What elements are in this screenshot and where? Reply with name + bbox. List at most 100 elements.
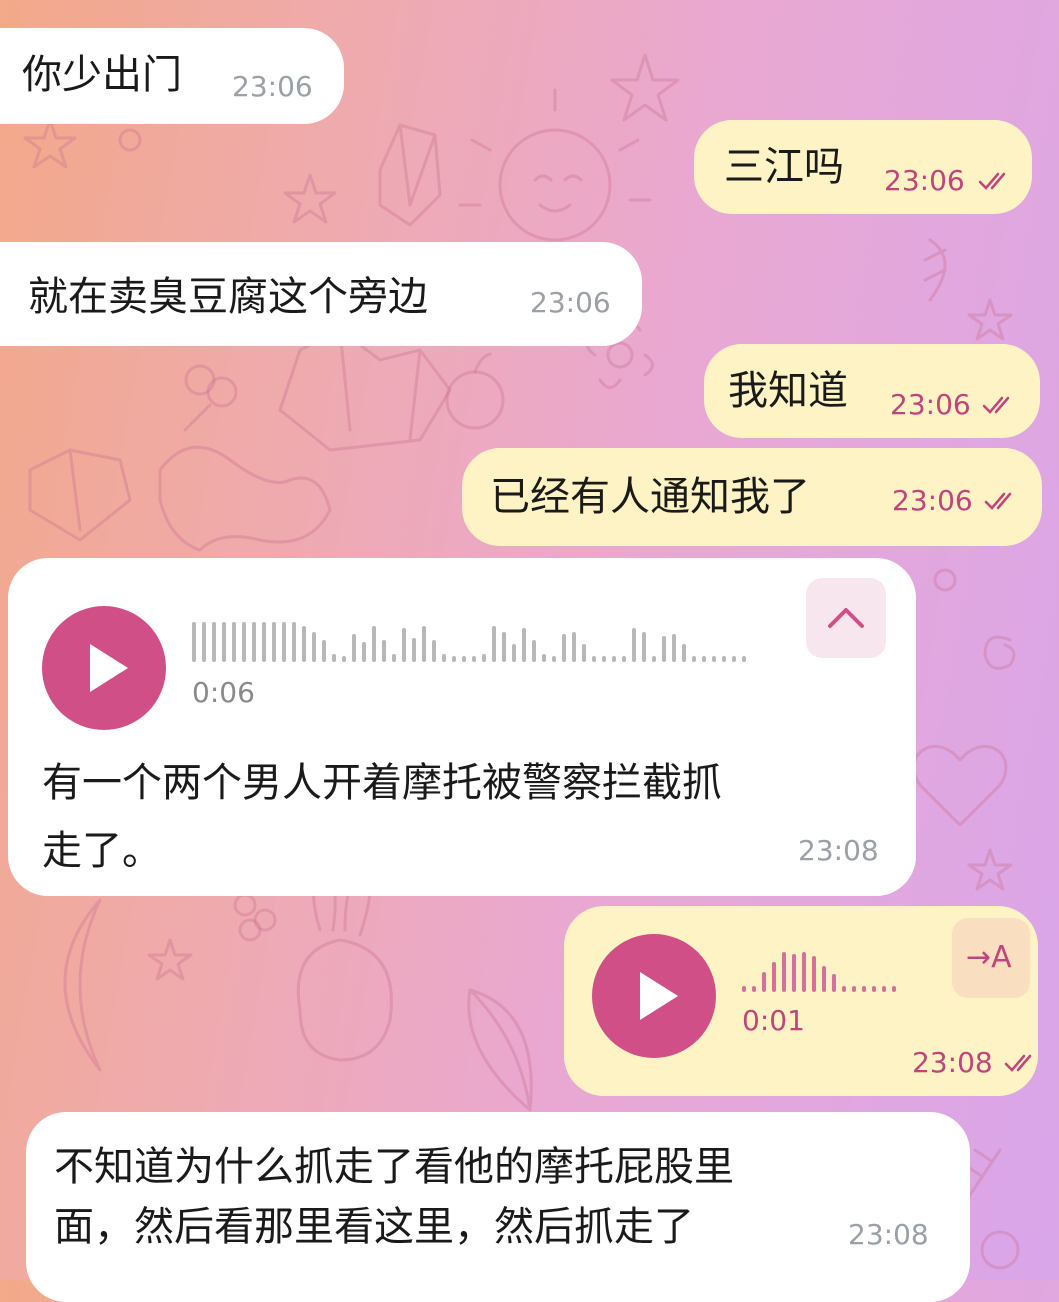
waveform-bar	[382, 640, 386, 662]
waveform-bar	[312, 632, 316, 662]
collapse-transcript-button[interactable]	[806, 578, 886, 658]
waveform-bar	[542, 654, 546, 662]
waveform-bar	[412, 638, 416, 662]
waveform-bar	[652, 656, 656, 662]
waveform-bar	[862, 986, 866, 992]
waveform[interactable]	[192, 614, 772, 664]
waveform-bar	[802, 952, 806, 992]
incoming-voice-message[interactable]: 0:06 有一个两个男人开着摩托被警察拦截抓 走了。 23:08	[8, 558, 916, 896]
outgoing-message[interactable]: 已经有人通知我了 23:06	[462, 448, 1042, 546]
waveform-bar	[402, 628, 406, 662]
message-time: 23:08	[798, 834, 879, 867]
waveform-bar	[692, 656, 696, 662]
waveform-bar	[622, 656, 626, 662]
waveform-bar	[502, 632, 506, 662]
waveform-bar	[282, 622, 286, 662]
waveform-bar	[212, 622, 216, 662]
chevron-up-icon	[828, 608, 864, 628]
waveform-bar	[752, 986, 756, 992]
message-time: 23:06	[530, 286, 611, 319]
waveform-bar	[192, 622, 196, 662]
transcribe-button[interactable]: →A	[952, 918, 1030, 998]
read-checkmarks-icon	[978, 172, 1006, 190]
play-button[interactable]	[42, 606, 166, 730]
waveform-bar	[252, 622, 256, 662]
message-time: 23:06	[892, 484, 973, 517]
message-text: 你少出门	[22, 52, 182, 98]
outgoing-message[interactable]: 三江吗 23:06	[694, 120, 1032, 214]
waveform-bar	[812, 956, 816, 992]
read-checkmarks-icon	[982, 396, 1010, 414]
waveform-bar	[742, 656, 746, 662]
waveform-bar	[392, 654, 396, 662]
message-time: 23:08	[848, 1218, 929, 1251]
waveform-bar	[272, 622, 276, 662]
incoming-message[interactable]: 不知道为什么抓走了看他的摩托屁股里 面，然后看那里看这里，然后抓走了 23:08	[26, 1112, 970, 1302]
waveform-bar	[332, 654, 336, 662]
waveform-bar	[582, 644, 586, 662]
waveform-bar	[532, 640, 536, 662]
play-button[interactable]	[592, 934, 716, 1058]
waveform-bar	[852, 986, 856, 992]
waveform-bar	[372, 626, 376, 662]
outgoing-message[interactable]: 我知道 23:06	[704, 344, 1040, 438]
waveform-bar	[832, 974, 836, 992]
waveform-bar	[492, 626, 496, 662]
waveform-bar	[792, 954, 796, 992]
voice-duration: 0:06	[192, 676, 255, 709]
waveform-bar	[892, 986, 896, 992]
waveform-bar	[322, 640, 326, 662]
waveform-bar	[702, 656, 706, 662]
outgoing-voice-message[interactable]: 0:01 →A 23:08	[564, 906, 1038, 1096]
waveform-bar	[742, 986, 746, 992]
waveform-bar	[682, 644, 686, 662]
waveform-bar	[342, 656, 346, 662]
waveform-bar	[222, 622, 226, 662]
waveform-bar	[772, 962, 776, 992]
waveform-bar	[562, 634, 566, 662]
waveform-bar	[232, 622, 236, 662]
waveform-bar	[352, 634, 356, 662]
waveform-bar	[882, 986, 886, 992]
waveform-bar	[672, 634, 676, 662]
waveform-bar	[422, 626, 426, 662]
waveform-bar	[782, 952, 786, 992]
waveform-bar	[452, 656, 456, 662]
message-time: 23:06	[232, 70, 313, 103]
waveform-bar	[442, 654, 446, 662]
waveform-bar	[842, 986, 846, 992]
waveform-bar	[242, 622, 246, 662]
transcript-line: 有一个两个男人开着摩托被警察拦截抓	[42, 760, 722, 806]
waveform-bar	[722, 656, 726, 662]
waveform-bar	[822, 966, 826, 992]
incoming-message[interactable]: 就在卖臭豆腐这个旁边 23:06	[0, 242, 642, 346]
incoming-message[interactable]: 你少出门 23:06	[0, 28, 344, 124]
play-icon	[90, 644, 128, 692]
waveform-bar	[472, 656, 476, 662]
waveform-bar	[612, 656, 616, 662]
waveform-bar	[512, 644, 516, 662]
waveform-bar	[642, 632, 646, 662]
message-text: 就在卖臭豆腐这个旁边	[28, 274, 428, 320]
message-time: 23:06	[884, 164, 965, 197]
message-text-line: 不知道为什么抓走了看他的摩托屁股里	[54, 1144, 734, 1190]
waveform-bar	[602, 656, 606, 662]
play-icon	[640, 972, 678, 1020]
waveform-bar	[592, 656, 596, 662]
transcribe-label: →A	[966, 940, 1012, 975]
waveform-bar	[462, 656, 466, 662]
waveform-bar	[202, 622, 206, 662]
waveform-bar	[632, 628, 636, 662]
read-checkmarks-icon	[1004, 1054, 1032, 1072]
waveform-bar	[552, 656, 556, 662]
waveform[interactable]	[742, 944, 922, 994]
waveform-bar	[302, 626, 306, 662]
waveform-bar	[712, 656, 716, 662]
message-text-line: 面，然后看那里看这里，然后抓走了	[54, 1204, 694, 1250]
waveform-bar	[522, 628, 526, 662]
waveform-bar	[662, 636, 666, 662]
message-time: 23:08	[912, 1046, 993, 1079]
message-time: 23:06	[890, 388, 971, 421]
waveform-bar	[292, 622, 296, 662]
message-text: 我知道	[728, 368, 848, 414]
